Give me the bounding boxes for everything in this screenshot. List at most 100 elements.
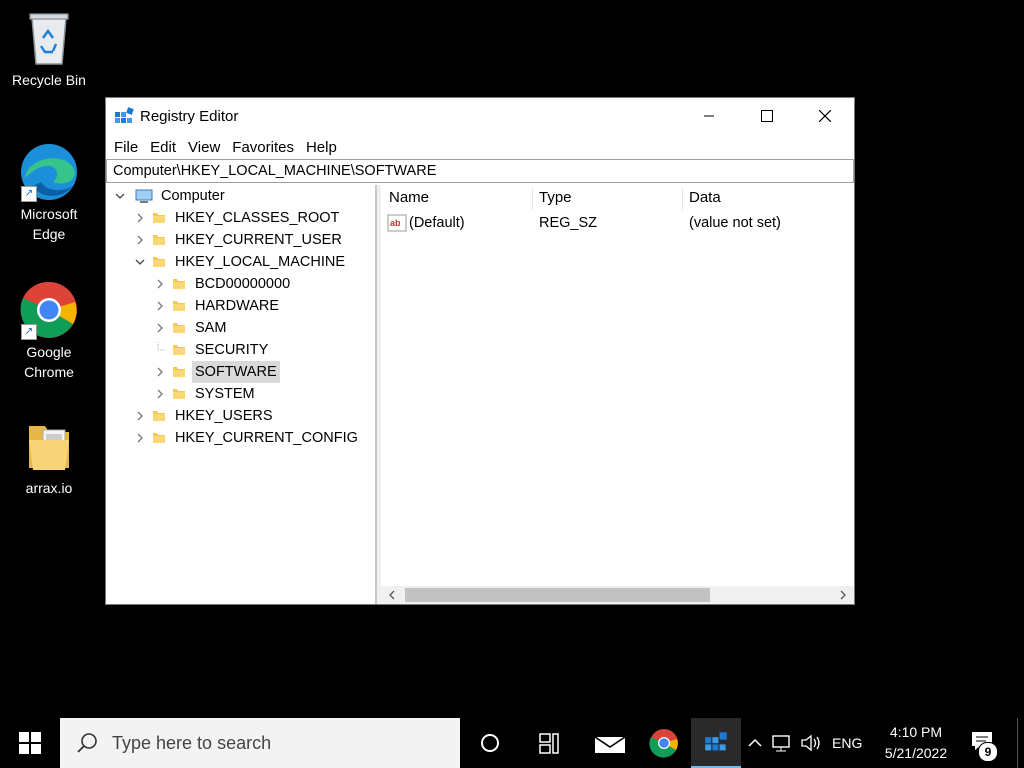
edge-icon: ↗ bbox=[19, 142, 79, 202]
tree-item-label: SYSTEM bbox=[195, 386, 255, 402]
tree-item[interactable]: HKEY_LOCAL_MACHINE bbox=[132, 251, 348, 273]
taskbar-mail[interactable] bbox=[585, 718, 635, 768]
chevron-right-icon[interactable] bbox=[152, 386, 168, 402]
tree-item-label: HKEY_CLASSES_ROOT bbox=[175, 210, 340, 226]
chevron-down-icon[interactable] bbox=[112, 188, 128, 204]
cortana-icon bbox=[481, 734, 499, 752]
desktop-icon-chrome[interactable]: ↗ Google Chrome bbox=[3, 280, 95, 382]
tree-item[interactable]: HKEY_CURRENT_CONFIG bbox=[132, 427, 361, 449]
tree-item[interactable]: SYSTEM bbox=[152, 383, 258, 405]
menu-favorites[interactable]: Favorites bbox=[226, 139, 300, 156]
mail-icon bbox=[594, 736, 626, 753]
search-icon bbox=[77, 733, 97, 753]
folder-icon bbox=[173, 389, 185, 399]
address-bar[interactable]: Computer\HKEY_LOCAL_MACHINE\SOFTWARE bbox=[106, 159, 854, 183]
value-data: (value not set) bbox=[689, 215, 781, 231]
tree-connector bbox=[152, 342, 168, 358]
folder-icon bbox=[173, 301, 185, 311]
minimize-button[interactable] bbox=[680, 98, 738, 134]
close-button[interactable] bbox=[796, 98, 854, 134]
cortana-button[interactable] bbox=[465, 718, 515, 768]
task-view-button[interactable] bbox=[524, 718, 574, 768]
tree-item-label: HKEY_USERS bbox=[175, 408, 273, 424]
maximize-button[interactable] bbox=[738, 98, 796, 134]
menu-edit[interactable]: Edit bbox=[144, 139, 182, 156]
chevron-right-icon[interactable] bbox=[132, 408, 148, 424]
desktop-icon-recycle-bin[interactable]: Recycle Bin bbox=[3, 8, 95, 90]
chevron-right-icon[interactable] bbox=[152, 364, 168, 380]
horizontal-scrollbar[interactable] bbox=[381, 586, 854, 604]
menu-file[interactable]: File bbox=[108, 139, 144, 156]
chrome-icon: ↗ bbox=[19, 280, 79, 340]
start-button[interactable] bbox=[0, 718, 60, 768]
task-view-icon bbox=[539, 733, 559, 754]
tree-item[interactable]: BCD00000000 bbox=[152, 273, 293, 295]
tree-item-label: Computer bbox=[161, 188, 225, 204]
shortcut-arrow-icon: ↗ bbox=[21, 186, 37, 202]
title-bar[interactable]: Registry Editor bbox=[106, 98, 854, 134]
tree-item[interactable]: SAM bbox=[152, 317, 229, 339]
folder-icon bbox=[153, 433, 165, 443]
chevron-left-icon bbox=[389, 590, 395, 600]
registry-editor-icon bbox=[115, 107, 134, 123]
folder-icon bbox=[153, 257, 165, 267]
network-icon bbox=[772, 735, 790, 752]
tree-item[interactable]: HKEY_CLASSES_ROOT bbox=[132, 207, 342, 229]
volume-button[interactable] bbox=[796, 734, 826, 752]
tree-item-label: HKEY_LOCAL_MACHINE bbox=[175, 254, 346, 270]
column-header-type[interactable]: Type bbox=[539, 189, 572, 206]
windows-logo-icon bbox=[19, 732, 41, 754]
action-center-button[interactable]: 9 bbox=[966, 728, 1000, 762]
desktop-icon-arrax-folder[interactable]: arrax.io bbox=[3, 416, 95, 498]
tree-item-label: SECURITY bbox=[195, 342, 269, 358]
column-header-name[interactable]: Name bbox=[389, 189, 429, 206]
recycle-bin-icon bbox=[19, 8, 79, 68]
scroll-right-button[interactable] bbox=[834, 586, 852, 604]
registry-editor-window: Registry Editor File Edit View Favorites… bbox=[105, 97, 855, 605]
list-item[interactable]: ab (Default) REG_SZ (value not set) bbox=[381, 213, 854, 235]
menu-view[interactable]: View bbox=[182, 139, 226, 156]
scroll-left-button[interactable] bbox=[383, 586, 401, 604]
language-indicator[interactable]: ENG bbox=[832, 735, 862, 751]
tree-item[interactable]: HKEY_CURRENT_USER bbox=[132, 229, 345, 251]
computer-icon bbox=[135, 189, 153, 203]
tree-item[interactable]: HKEY_USERS bbox=[132, 405, 276, 427]
chevron-right-icon[interactable] bbox=[152, 320, 168, 336]
menu-help[interactable]: Help bbox=[300, 139, 343, 156]
chevron-right-icon[interactable] bbox=[132, 232, 148, 248]
list-header: Name Type Data bbox=[381, 185, 854, 211]
value-type: REG_SZ bbox=[539, 215, 598, 231]
chevron-right-icon bbox=[840, 590, 846, 600]
svg-text:ab: ab bbox=[390, 218, 401, 228]
tree-item[interactable]: SECURITY bbox=[152, 339, 271, 361]
desktop-icon-label: arrax.io bbox=[25, 480, 73, 496]
network-button[interactable] bbox=[766, 734, 796, 752]
chevron-right-icon[interactable] bbox=[152, 276, 168, 292]
chevron-right-icon[interactable] bbox=[132, 210, 148, 226]
tree-item-computer[interactable]: Computer bbox=[112, 185, 228, 207]
show-hidden-icons-button[interactable] bbox=[744, 738, 766, 748]
chevron-down-icon[interactable] bbox=[132, 254, 148, 270]
column-header-data[interactable]: Data bbox=[689, 189, 721, 206]
desktop-icon-edge[interactable]: ↗ Microsoft Edge bbox=[3, 142, 95, 244]
menu-bar: File Edit View Favorites Help bbox=[106, 134, 854, 160]
taskbar-search-box[interactable]: Type here to search bbox=[60, 718, 460, 768]
window-title: Registry Editor bbox=[140, 107, 239, 125]
tree-item-label: HKEY_CURRENT_USER bbox=[175, 232, 342, 248]
string-value-icon: ab bbox=[387, 214, 407, 232]
tree-item[interactable]: SOFTWARE bbox=[152, 361, 280, 383]
tree-item[interactable]: HARDWARE bbox=[152, 295, 282, 317]
chevron-up-icon bbox=[748, 738, 762, 747]
taskbar: Type here to search ENG 4:10 PM 5/21/202… bbox=[0, 718, 1024, 768]
minimize-icon bbox=[704, 115, 714, 117]
chevron-right-icon[interactable] bbox=[132, 430, 148, 446]
chevron-right-icon[interactable] bbox=[152, 298, 168, 314]
scrollbar-thumb[interactable] bbox=[405, 588, 710, 602]
value-name: (Default) bbox=[409, 215, 465, 231]
taskbar-chrome[interactable] bbox=[639, 718, 689, 768]
taskbar-registry-editor[interactable] bbox=[691, 718, 741, 768]
tree-item-label: BCD00000000 bbox=[195, 276, 291, 292]
close-icon bbox=[819, 110, 831, 122]
show-desktop-button[interactable] bbox=[1017, 718, 1024, 768]
clock[interactable]: 4:10 PM 5/21/2022 bbox=[868, 722, 964, 764]
